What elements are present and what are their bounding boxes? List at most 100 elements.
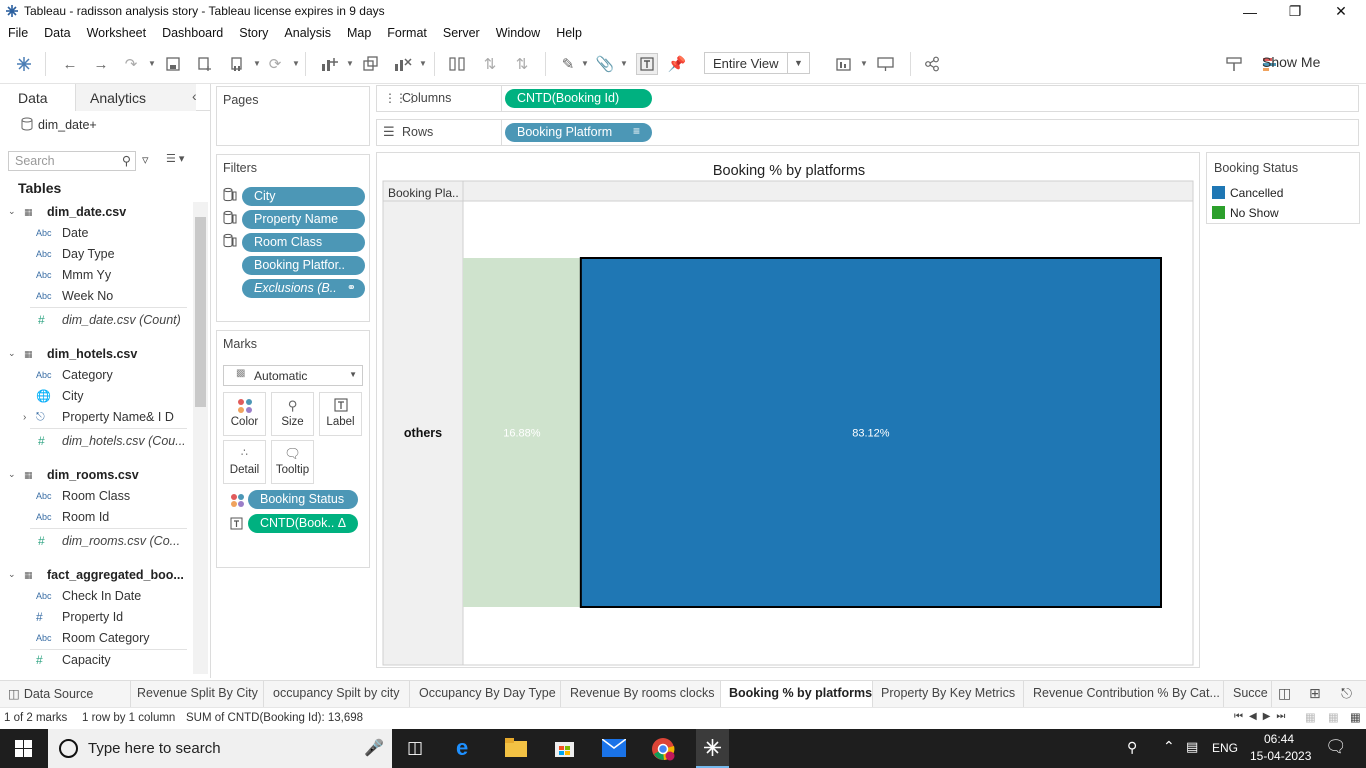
table-item[interactable]: ⌄ ▦ dim_date.csv [0, 202, 193, 223]
pause-updates-icon[interactable] [226, 53, 248, 75]
tab-property-by-key-metrics[interactable]: Property By Key Metrics [873, 681, 1024, 707]
new-datasource-icon[interactable] [194, 53, 216, 75]
sheet-sorter-icon[interactable]: ▦ [1350, 710, 1361, 724]
format-painter-icon[interactable] [1223, 53, 1245, 75]
windows-start-icon[interactable] [15, 740, 32, 757]
color-legend[interactable]: Booking Status Cancelled No Show [1206, 152, 1360, 224]
store-icon[interactable] [554, 737, 575, 758]
field-item[interactable]: # Property Id [0, 607, 193, 628]
chevron-down-icon[interactable]: ⌄ [8, 569, 16, 580]
field-item[interactable]: Abc Day Type [0, 244, 193, 265]
chevron-down-icon[interactable]: ⌄ [8, 206, 16, 217]
tab-data-source[interactable]: ◫ Data Source [0, 681, 131, 707]
chevron-down-icon[interactable]: ▼ [292, 59, 300, 68]
refresh-icon[interactable]: ⟳ [264, 53, 286, 75]
chevron-down-icon[interactable]: ▼ [148, 59, 156, 68]
menu-file[interactable]: File [0, 23, 36, 44]
count-field-item[interactable]: # dim_rooms.csv (Co... [0, 528, 193, 553]
menu-story[interactable]: Story [231, 23, 276, 44]
tab-success[interactable]: Succe [1224, 681, 1272, 707]
menu-window[interactable]: Window [488, 23, 548, 44]
swap-icon[interactable] [446, 53, 468, 75]
legend-label-cancelled[interactable]: Cancelled [1230, 186, 1283, 200]
replay-icon[interactable]: ↷ [120, 53, 142, 75]
marks-pill-cntd-booking[interactable]: CNTD(Book.. Δ [248, 514, 358, 533]
filter-pill-booking-platform[interactable]: Booking Platfor.. [242, 256, 365, 275]
count-field-item[interactable]: # dim_date.csv (Count) [0, 307, 193, 332]
scrollbar[interactable] [193, 202, 208, 674]
chevron-up-icon[interactable]: ⌃ [1163, 738, 1175, 755]
menu-format[interactable]: Format [379, 23, 435, 44]
task-view-icon[interactable]: ◫ [407, 738, 423, 758]
taskbar-search-input[interactable]: Type here to search 🎤 [48, 729, 392, 768]
duplicate-icon[interactable] [360, 53, 382, 75]
field-item[interactable]: Abc Category [0, 365, 193, 386]
rows-pill-booking-platform[interactable]: Booking Platform ≡ [505, 123, 652, 142]
field-item[interactable]: › ⎋ Property Name& I D [0, 407, 193, 428]
redo-icon[interactable]: → [90, 53, 112, 75]
menu-data[interactable]: Data [36, 23, 78, 44]
chrome-icon[interactable] [651, 737, 675, 761]
share-icon[interactable] [921, 53, 943, 75]
notifications-icon[interactable]: 🗨 [1325, 737, 1347, 757]
sort-descending-icon[interactable]: ⇅ [511, 53, 533, 75]
sort-ascending-icon[interactable]: ⇅ [479, 53, 501, 75]
tableau-taskbar-button[interactable] [696, 729, 729, 768]
tab-navigation-icons[interactable]: ⏮◀▶⏭ [1234, 711, 1291, 722]
columns-shelf[interactable]: ⋮⋮⋮ Columns CNTD(Booking Id) [376, 85, 1359, 112]
count-field-item[interactable]: # dim_hotels.csv (Cou... [0, 428, 193, 453]
tabs-view-icon[interactable]: ▦ [1328, 710, 1339, 724]
file-explorer-icon[interactable] [505, 738, 527, 758]
menu-analysis[interactable]: Analysis [276, 23, 339, 44]
filter-icon[interactable]: ▿ [142, 152, 149, 168]
label-button[interactable]: Label [319, 392, 362, 436]
field-item[interactable]: Abc Room Category [0, 628, 193, 649]
clock-date[interactable]: 15-04-2023 [1250, 749, 1311, 763]
edge-icon[interactable]: e [456, 735, 468, 761]
chevron-down-icon[interactable]: ▼ [253, 59, 261, 68]
table-item[interactable]: ⌄ ▦ fact_aggregated_boo... [0, 565, 193, 586]
filter-pill-room-class[interactable]: Room Class [242, 233, 365, 252]
chevron-right-icon[interactable]: › [23, 412, 26, 423]
language-indicator[interactable]: ENG [1212, 741, 1238, 755]
tab-occupancy-split-by-city[interactable]: occupancy Spilt by city [264, 681, 410, 707]
chevron-down-icon[interactable]: ▼ [346, 59, 354, 68]
restore-icon[interactable]: ❐ [1272, 0, 1318, 23]
presentation-icon[interactable] [875, 53, 897, 75]
people-icon[interactable]: ⚲ [1127, 739, 1137, 756]
menu-worksheet[interactable]: Worksheet [79, 23, 155, 44]
new-worksheet-icon[interactable]: ◫ [1278, 685, 1291, 702]
search-input[interactable]: Search ⚲ [8, 151, 136, 171]
undo-icon[interactable]: ← [59, 53, 81, 75]
color-button[interactable]: Color [223, 392, 266, 436]
tab-occupancy-by-day-type[interactable]: Occupancy By Day Type [410, 681, 561, 707]
microphone-icon[interactable]: 🎤 [364, 738, 384, 758]
detail-button[interactable]: ∴ Detail [223, 440, 266, 484]
fit-dropdown[interactable]: Entire View ▼ [704, 52, 810, 74]
table-item[interactable]: ⌄ ▦ dim_hotels.csv [0, 344, 193, 365]
fix-axes-icon[interactable]: 📌 [666, 53, 688, 75]
chevron-down-icon[interactable]: ⌄ [8, 348, 16, 359]
clock-time[interactable]: 06:44 [1264, 732, 1294, 746]
tab-analytics[interactable]: Analytics [76, 84, 196, 111]
chevron-down-icon[interactable]: ▼ [419, 59, 427, 68]
menu-dashboard[interactable]: Dashboard [154, 23, 231, 44]
field-item[interactable]: 🌐 City [0, 386, 193, 407]
tooltip-button[interactable]: 🗨 Tooltip [271, 440, 314, 484]
mark-type-dropdown[interactable]: ▩ Automatic ▼ [223, 365, 363, 386]
filter-pill-exclusions[interactable]: Exclusions (B.. ⚭ [242, 279, 365, 298]
datasource-item[interactable]: dim_date+ [20, 117, 97, 132]
new-dashboard-icon[interactable]: ⊞ [1309, 685, 1321, 702]
table-item[interactable]: ⌄ ▦ dim_rooms.csv [0, 465, 193, 486]
menu-map[interactable]: Map [339, 23, 379, 44]
field-item[interactable]: Abc Room Class [0, 486, 193, 507]
tableau-home-icon[interactable] [13, 53, 35, 75]
filters-shelf[interactable]: Filters City Property Name Room Class Bo… [216, 154, 370, 322]
field-item[interactable]: Abc Mmm Yy [0, 265, 193, 286]
filmstrip-icon[interactable]: ▦ [1305, 710, 1316, 724]
size-button[interactable]: ⚲ Size [271, 392, 314, 436]
rows-shelf[interactable]: ☰ Rows Booking Platform ≡ [376, 119, 1359, 146]
field-item[interactable]: Abc Date [0, 223, 193, 244]
save-icon[interactable] [162, 53, 184, 75]
mail-icon[interactable] [602, 739, 626, 757]
